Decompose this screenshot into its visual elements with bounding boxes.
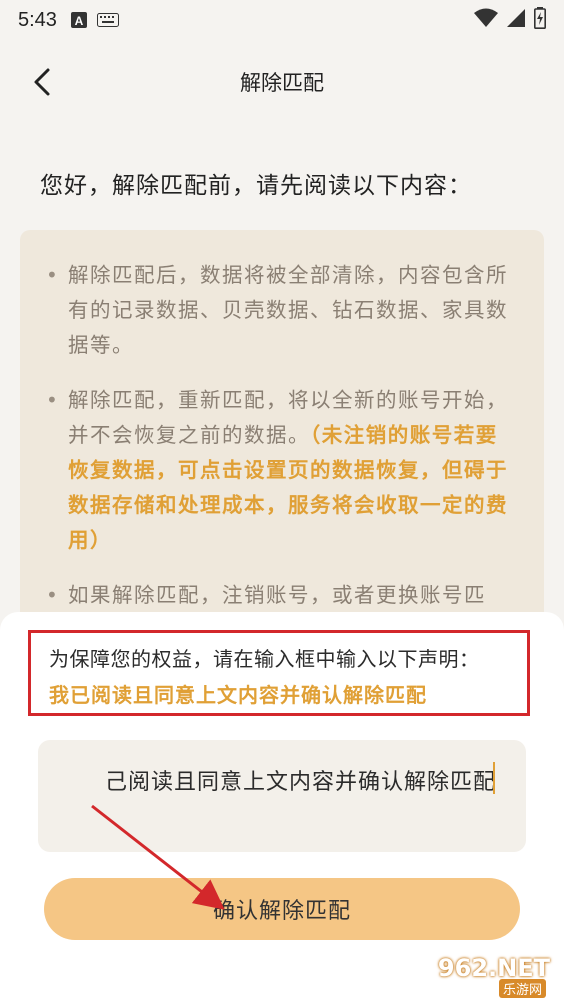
confirm-sheet: 为保障您的权益，请在输入框中输入以下声明： 我已阅读且同意上文内容并确认解除匹配… xyxy=(0,612,564,1004)
notice-item-text: 解除匹配后，数据将被全部清除，内容包含所有的记录数据、贝壳数据、钻石数据、家具数… xyxy=(68,263,508,357)
notice-item: • 解除匹配，重新匹配，将以全新的账号开始，并不会恢复之前的数据。（未注销的账号… xyxy=(46,383,518,558)
bullet-dot: • xyxy=(46,263,58,287)
battery-charging-icon xyxy=(534,6,546,34)
status-time: 5:43 xyxy=(18,8,57,31)
a-notification-icon: A xyxy=(70,12,87,28)
confirm-unmatch-button[interactable]: 确认解除匹配 xyxy=(44,878,520,940)
back-button[interactable] xyxy=(28,66,60,98)
top-nav: 解除匹配 xyxy=(0,52,564,112)
watermark-sub: 乐游网 xyxy=(498,979,546,998)
declaration-input-value[interactable]: 己阅读且同意上文内容并确认解除匹配 xyxy=(105,764,496,796)
declaration-input[interactable]: 己阅读且同意上文内容并确认解除匹配 xyxy=(38,740,526,852)
page-title: 解除匹配 xyxy=(240,71,324,95)
watermark-logo: 962.NET 乐游网 xyxy=(422,952,556,998)
status-icons xyxy=(474,6,546,34)
declaration-instruction: 为保障您的权益，请在输入框中输入以下声明： xyxy=(49,647,480,671)
text-caret xyxy=(493,762,495,794)
svg-text:A: A xyxy=(75,14,84,28)
status-bar: 5:43 A xyxy=(0,0,564,40)
keyboard-icon xyxy=(96,13,119,27)
notice-item: • 解除匹配后，数据将被全部清除，内容包含所有的记录数据、贝壳数据、钻石数据、家… xyxy=(46,258,518,363)
notice-card: • 解除匹配后，数据将被全部清除，内容包含所有的记录数据、贝壳数据、钻石数据、家… xyxy=(20,230,544,650)
watermark-brand: 962.NET xyxy=(437,954,550,982)
bullet-dot: • xyxy=(46,388,58,412)
declaration-phrase: 我已阅读且同意上文内容并确认解除匹配 xyxy=(49,683,427,707)
signal-icon xyxy=(506,8,526,33)
chevron-left-icon[interactable] xyxy=(28,66,60,98)
wifi-icon xyxy=(474,8,498,33)
intro-heading: 您好，解除匹配前，请先阅读以下内容： xyxy=(40,173,472,199)
declaration-highlight: 为保障您的权益，请在输入框中输入以下声明： 我已阅读且同意上文内容并确认解除匹配 xyxy=(28,630,530,716)
